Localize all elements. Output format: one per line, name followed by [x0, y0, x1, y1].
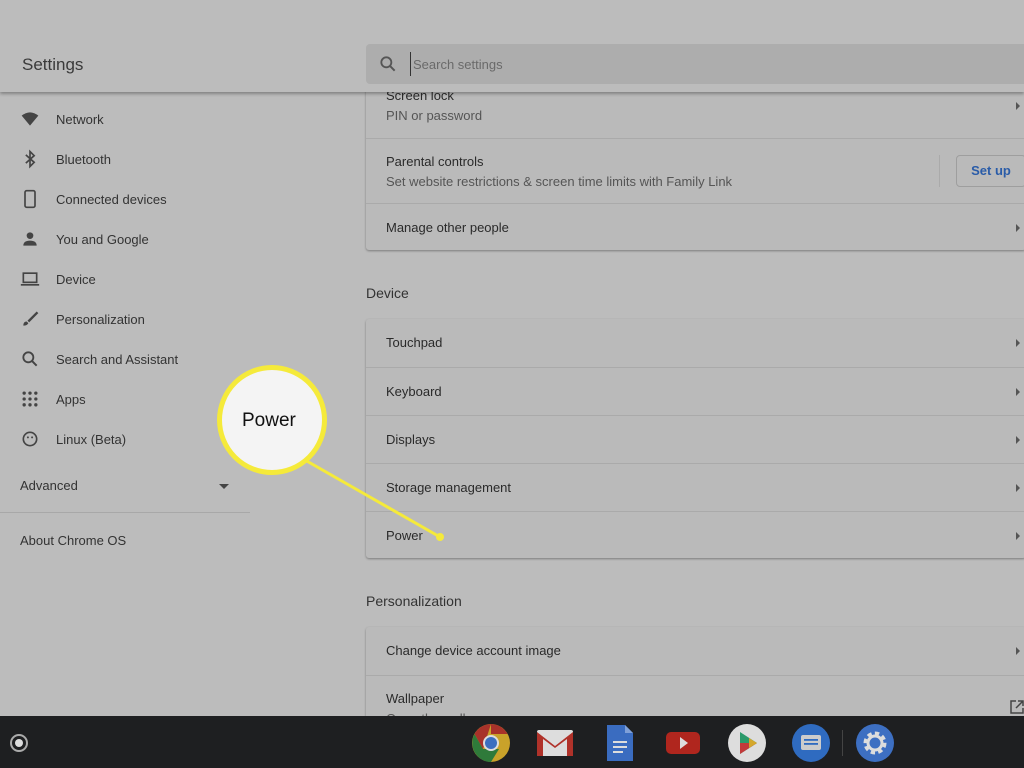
sidebar-item-you-and-google[interactable]: You and Google — [0, 219, 250, 259]
messages-app-icon[interactable] — [791, 723, 831, 763]
arrow-right-icon — [1016, 224, 1020, 232]
power-callout: Power — [217, 365, 327, 475]
youtube-app-icon[interactable] — [663, 723, 703, 763]
sidebar-divider — [0, 512, 250, 513]
sidebar-item-label: Apps — [56, 391, 86, 407]
row-subtitle: Set website restrictions & screen time l… — [386, 174, 733, 189]
sidebar-item-bluetooth[interactable]: Bluetooth — [0, 139, 250, 179]
arrow-right-icon — [1016, 102, 1020, 110]
laptop-icon — [20, 272, 40, 286]
change-account-image-row[interactable]: Change device account image — [366, 627, 1024, 675]
person-icon — [23, 232, 37, 246]
callout-text: Power — [242, 410, 296, 431]
chrome-app-icon[interactable] — [471, 723, 511, 763]
bluetooth-icon — [25, 149, 36, 169]
about-chrome-os-link[interactable]: About Chrome OS — [20, 533, 126, 548]
row-title: Manage other people — [386, 220, 509, 235]
power-row[interactable]: Power — [366, 511, 1024, 558]
row-title: Keyboard — [386, 384, 442, 399]
sidebar-item-device[interactable]: Device — [0, 259, 250, 299]
arrow-right-icon — [1016, 388, 1020, 396]
sidebar-item-network[interactable]: Network — [0, 99, 250, 139]
external-link-icon — [1010, 700, 1024, 714]
row-title: Storage management — [386, 480, 512, 495]
sidebar-item-label: Network — [56, 111, 104, 127]
advanced-toggle[interactable]: Advanced — [20, 478, 78, 493]
storage-management-row[interactable]: Storage management — [366, 463, 1024, 511]
shelf — [0, 716, 1024, 768]
shelf-separator — [842, 730, 843, 756]
wifi-icon — [21, 112, 39, 126]
row-title: Touchpad — [386, 335, 443, 350]
sidebar-item-search-and-assistant[interactable]: Search and Assistant — [0, 339, 250, 379]
separator — [939, 155, 940, 187]
row-title: Displays — [386, 432, 436, 447]
row-subtitle: PIN or password — [386, 108, 483, 123]
section-heading-personalization: Personalization — [366, 593, 462, 609]
play-store-app-icon[interactable] — [727, 723, 767, 763]
sidebar-item-label: Bluetooth — [56, 151, 111, 167]
set-up-button[interactable]: Set up — [956, 155, 1024, 187]
settings-app-icon[interactable] — [855, 723, 895, 763]
arrow-right-icon — [1016, 339, 1020, 347]
section-heading-device: Device — [366, 285, 409, 301]
settings-header: Settings — [0, 0, 1024, 92]
search-input[interactable] — [410, 52, 910, 76]
row-title: Wallpaper — [386, 691, 445, 706]
page-title: Settings — [22, 55, 84, 74]
arrow-right-icon — [1016, 647, 1020, 655]
apps-grid-icon — [22, 391, 38, 407]
row-title: Parental controls — [386, 154, 484, 169]
people-card: Screen lock PIN or password Parental con… — [366, 70, 1024, 250]
sidebar-item-label: Search and Assistant — [56, 351, 179, 367]
row-title: Change device account image — [386, 643, 561, 658]
sidebar-item-label: Personalization — [56, 311, 145, 327]
gmail-app-icon[interactable] — [535, 723, 575, 763]
touchpad-row[interactable]: Touchpad — [366, 319, 1024, 367]
chevron-down-icon[interactable] — [219, 484, 229, 489]
brush-icon — [23, 311, 39, 326]
search-box[interactable] — [366, 44, 1024, 84]
docs-app-icon[interactable] — [599, 723, 639, 763]
arrow-right-icon — [1016, 436, 1020, 444]
sidebar-item-label: Linux (Beta) — [56, 431, 127, 447]
device-card: Touchpad Keyboard Displays Storage manag… — [366, 319, 1024, 558]
sidebar-item-label: Connected devices — [56, 191, 167, 207]
phone-icon — [24, 189, 36, 209]
search-icon — [380, 56, 396, 72]
arrow-right-icon — [1016, 484, 1020, 492]
launcher-button[interactable] — [10, 734, 28, 752]
sidebar-item-connected-devices[interactable]: Connected devices — [0, 179, 250, 219]
displays-row[interactable]: Displays — [366, 415, 1024, 463]
keyboard-row[interactable]: Keyboard — [366, 367, 1024, 415]
arrow-right-icon — [1016, 532, 1020, 540]
sidebar-item-personalization[interactable]: Personalization — [0, 299, 250, 339]
search-icon — [22, 351, 38, 367]
manage-other-people-row[interactable]: Manage other people — [366, 203, 1024, 250]
parental-controls-row: Parental controls Set website restrictio… — [366, 138, 1024, 203]
sidebar-item-label: You and Google — [56, 231, 149, 247]
penguin-icon — [22, 431, 38, 447]
sidebar-item-apps[interactable]: Apps — [0, 379, 250, 419]
sidebar-item-linux[interactable]: Linux (Beta) — [0, 419, 250, 459]
row-title: Power — [386, 528, 423, 543]
sidebar-item-label: Device — [56, 271, 96, 287]
